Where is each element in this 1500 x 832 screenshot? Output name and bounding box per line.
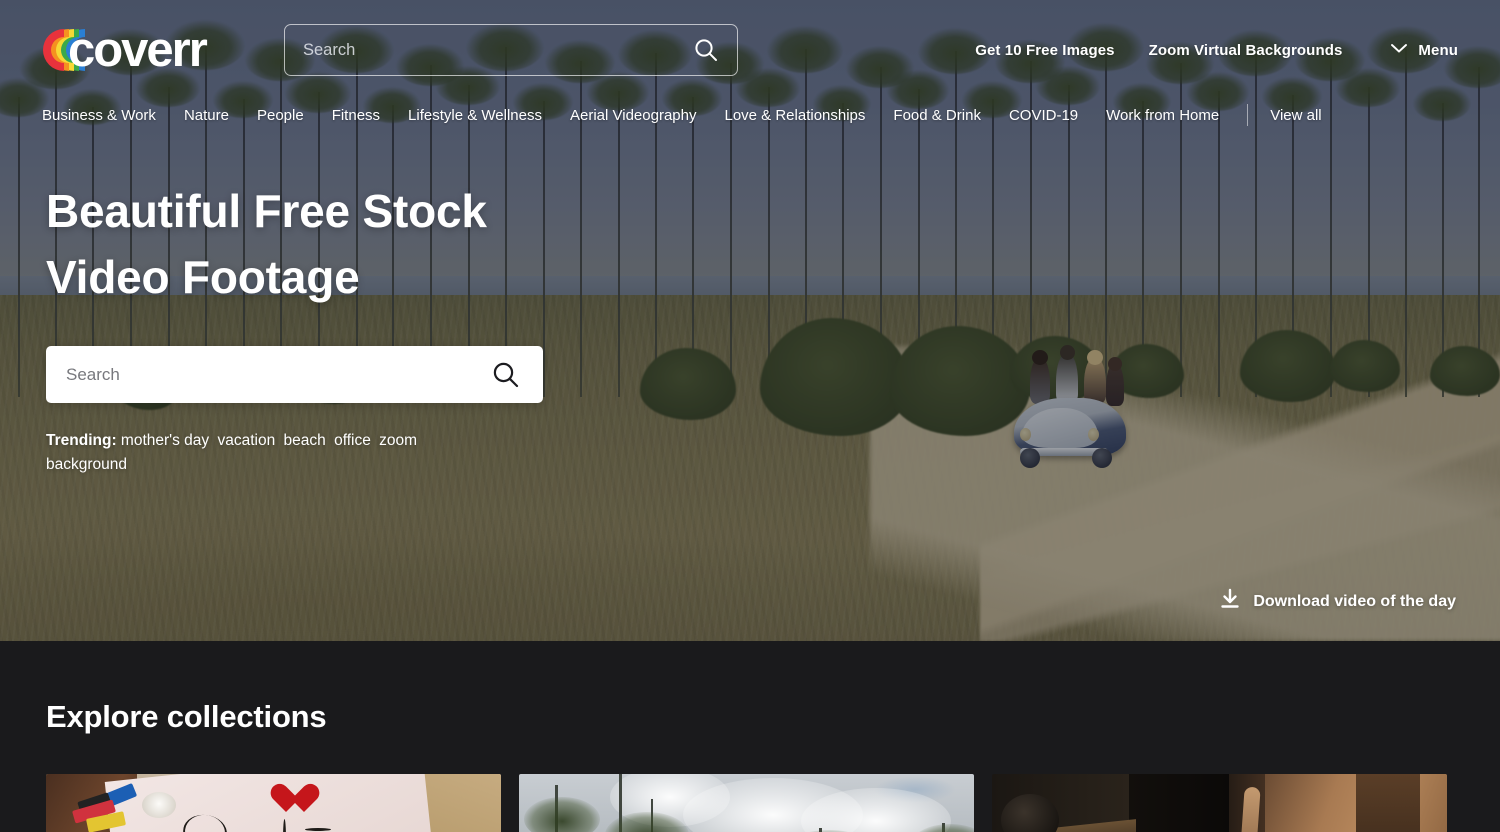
collection-card[interactable] xyxy=(992,774,1447,832)
collection-cards xyxy=(46,774,1454,832)
category-link[interactable]: Business & Work xyxy=(42,107,156,124)
category-link[interactable]: COVID-19 xyxy=(1009,107,1078,124)
category-link[interactable]: Fitness xyxy=(332,107,380,124)
svg-text:coverr: coverr xyxy=(68,25,208,75)
link-get-free-images[interactable]: Get 10 Free Images xyxy=(975,42,1114,59)
link-zoom-virtual-backgrounds[interactable]: Zoom Virtual Backgrounds xyxy=(1149,42,1343,59)
explore-collections-section: Explore collections xyxy=(0,641,1500,832)
trending-label: Trending: xyxy=(46,432,117,450)
category-link[interactable]: Aerial Videography xyxy=(570,107,696,124)
page-title: Beautiful Free Stock Video Footage xyxy=(46,178,606,310)
category-navigation: Business & Work Nature People Fitness Lifest… xyxy=(0,100,1500,130)
category-link[interactable]: Love & Relationships xyxy=(724,107,865,124)
hero-section: coverr Get 10 Free Images Zoom Virtual B… xyxy=(0,0,1500,641)
trending-row: Trending: mother's day vacation beach of… xyxy=(46,429,466,476)
coverr-logo[interactable]: coverr xyxy=(42,24,252,76)
chevron-down-icon xyxy=(1390,41,1408,59)
download-label: Download video of the day xyxy=(1253,592,1456,610)
download-video-of-the-day-button[interactable]: Download video of the day xyxy=(1219,588,1456,615)
download-icon xyxy=(1219,588,1241,615)
collections-title: Explore collections xyxy=(46,699,327,734)
search-icon[interactable] xyxy=(693,37,719,63)
view-all-link[interactable]: View all xyxy=(1270,107,1321,124)
heart-icon xyxy=(278,785,312,815)
trending-term[interactable]: office xyxy=(334,432,371,449)
hero-search-box[interactable] xyxy=(46,346,543,404)
search-icon[interactable] xyxy=(491,360,521,390)
trending-term[interactable]: mother's day xyxy=(121,432,209,449)
top-search-input[interactable] xyxy=(285,25,693,75)
collection-card[interactable] xyxy=(519,774,974,832)
category-link[interactable]: Food & Drink xyxy=(893,107,981,124)
category-link[interactable]: Lifestyle & Wellness xyxy=(408,107,542,124)
trending-term[interactable]: vacation xyxy=(217,432,275,449)
top-search-box[interactable] xyxy=(284,24,738,76)
menu-button[interactable]: Menu xyxy=(1390,41,1458,59)
trending-term[interactable]: beach xyxy=(284,432,326,449)
category-link[interactable]: People xyxy=(257,107,304,124)
hero-content: Beautiful Free Stock Video Footage Trend… xyxy=(46,178,606,476)
nav-divider xyxy=(1247,104,1249,126)
collection-card[interactable] xyxy=(46,774,501,832)
top-navigation-bar: coverr Get 10 Free Images Zoom Virtual B… xyxy=(0,0,1500,100)
page-title-line-1: Beautiful Free Stock xyxy=(46,185,487,237)
category-link[interactable]: Nature xyxy=(184,107,229,124)
category-link[interactable]: Work from Home xyxy=(1106,107,1219,124)
top-links-group: Get 10 Free Images Zoom Virtual Backgrou… xyxy=(975,41,1458,59)
hero-search-input[interactable] xyxy=(46,346,491,404)
page-title-line-2: Video Footage xyxy=(46,251,360,304)
menu-label: Menu xyxy=(1418,41,1458,59)
